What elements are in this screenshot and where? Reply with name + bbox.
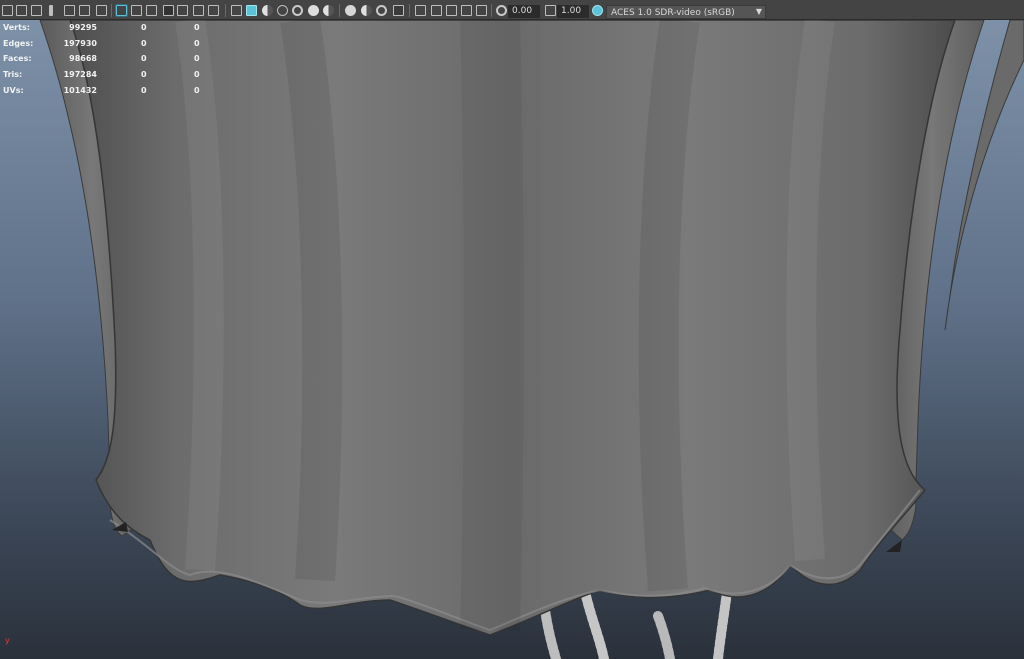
gamma-field[interactable]: 1.00	[557, 5, 589, 18]
textured-icon[interactable]	[292, 5, 303, 16]
exposure-icon[interactable]	[496, 5, 507, 16]
xray-components-icon[interactable]	[461, 5, 472, 16]
gate-mask-icon[interactable]	[163, 5, 174, 16]
snapshot-icon[interactable]	[96, 5, 107, 16]
xray-joints-icon[interactable]	[446, 5, 457, 16]
shadow-icon[interactable]	[323, 5, 334, 16]
anti-aliasing-icon[interactable]	[376, 5, 387, 16]
default-material-icon[interactable]	[262, 5, 273, 16]
safe-action-icon[interactable]	[193, 5, 204, 16]
motion-blur-icon[interactable]	[361, 5, 372, 16]
gamma-icon[interactable]	[545, 5, 556, 16]
color-management-icon[interactable]	[592, 5, 603, 16]
camera-attributes-icon[interactable]	[16, 5, 27, 16]
rope-strands	[540, 587, 732, 659]
resolution-gate-icon[interactable]	[146, 5, 157, 16]
grid-icon[interactable]	[115, 4, 128, 17]
wireframe-icon[interactable]	[231, 5, 242, 16]
field-chart-icon[interactable]	[177, 5, 188, 16]
hud-row-uvs: UVs: 101432 0 0	[3, 86, 200, 95]
hud-row-faces: Faces: 98668 0 0	[3, 54, 200, 63]
wireframe-on-shaded-icon[interactable]	[277, 5, 288, 16]
safe-title-icon[interactable]	[208, 5, 219, 16]
depth-of-field-icon[interactable]	[393, 5, 404, 16]
viewport-toolbar: 0.00 1.00 ACES 1.0 SDR-video (sRGB) ▼	[0, 0, 1024, 20]
chevron-down-icon[interactable]: ▼	[752, 5, 766, 19]
camera-icon[interactable]	[2, 5, 13, 16]
hud-row-verts: Verts: 99295 0 0	[3, 23, 200, 32]
film-gate-icon[interactable]	[131, 5, 142, 16]
exposure-field[interactable]: 0.00	[508, 5, 540, 18]
bookmark-icon[interactable]	[31, 5, 42, 16]
hud-row-tris: Tris: 197284 0 0	[3, 70, 200, 79]
screen-space-ao-icon[interactable]	[345, 5, 356, 16]
xray-icon[interactable]	[431, 5, 442, 16]
viewport-3d[interactable]: 0.00 1.00 ACES 1.0 SDR-video (sRGB) ▼ Ve…	[0, 0, 1024, 659]
colorspace-dropdown[interactable]: ACES 1.0 SDR-video (sRGB)	[606, 5, 766, 19]
view-axis-indicator: y	[5, 636, 10, 645]
isolate-icon[interactable]	[415, 5, 426, 16]
image-plane-icon[interactable]	[49, 5, 53, 16]
light-icon[interactable]	[308, 5, 319, 16]
two-d-pan-icon[interactable]	[79, 5, 90, 16]
grease-pencil-icon[interactable]	[64, 5, 75, 16]
hud-row-edges: Edges: 197930 0 0	[3, 39, 200, 48]
smooth-shade-icon[interactable]	[246, 5, 257, 16]
backface-icon[interactable]	[476, 5, 487, 16]
